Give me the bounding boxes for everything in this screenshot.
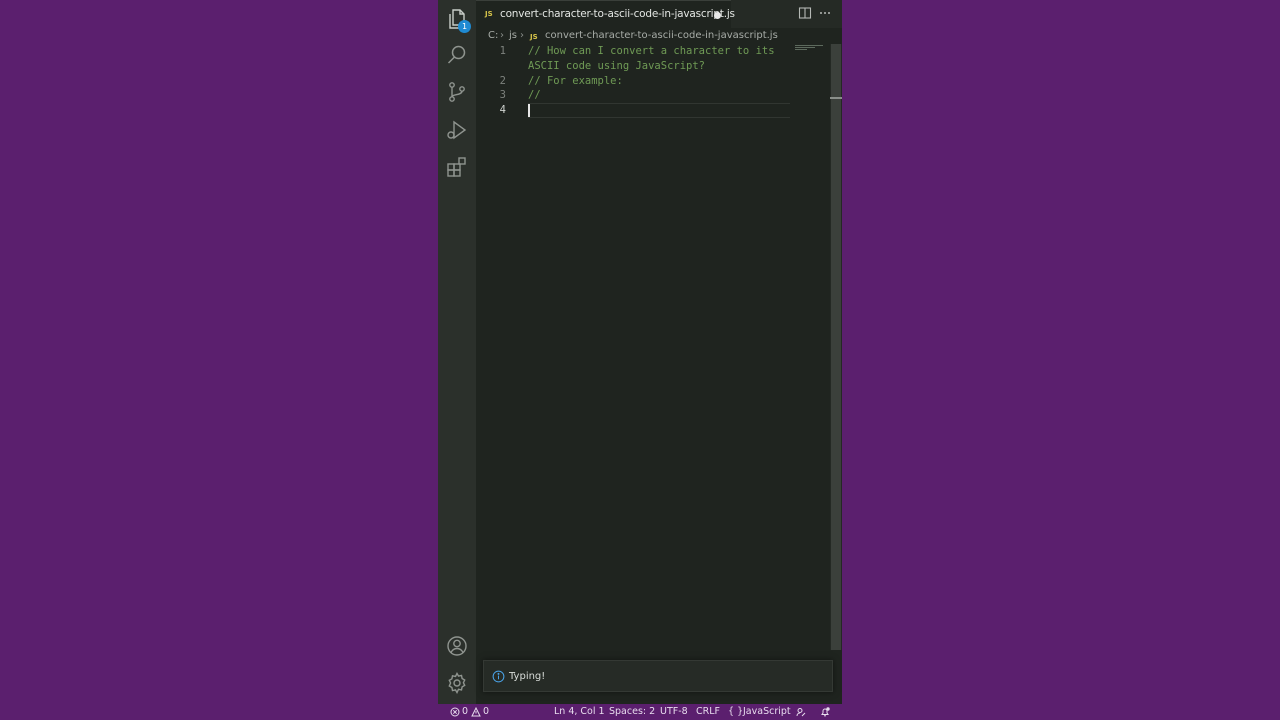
minimap[interactable] xyxy=(794,44,826,54)
text-cursor xyxy=(528,104,530,117)
line-number-current: 4 xyxy=(499,104,506,116)
chevron-right-icon: › xyxy=(500,30,504,41)
error-count[interactable]: 0 xyxy=(462,706,468,717)
source-control-icon[interactable] xyxy=(445,80,469,104)
breadcrumb-file[interactable]: convert-character-to-ascii-code-in-javas… xyxy=(545,30,778,41)
breadcrumb-drive[interactable]: C: xyxy=(488,30,498,41)
explorer-badge: 1 xyxy=(458,20,471,33)
line-number: 1 xyxy=(499,45,506,57)
line-ending[interactable]: CRLF xyxy=(696,706,720,717)
feedback-icon[interactable] xyxy=(796,707,806,717)
error-icon[interactable] xyxy=(450,707,460,717)
code-line: // How can I convert a character to its xyxy=(528,45,775,57)
language-braces-icon: { } xyxy=(728,706,744,717)
notification-toast[interactable]: Typing! xyxy=(483,660,833,692)
warning-count[interactable]: 0 xyxy=(483,706,489,717)
warning-icon[interactable] xyxy=(471,707,481,717)
tab-filename: convert-character-to-ascii-code-in-javas… xyxy=(500,8,735,20)
breadcrumb-folder[interactable]: js xyxy=(509,30,517,41)
search-icon[interactable] xyxy=(445,43,469,67)
activity-bar: 1 xyxy=(438,0,476,704)
chevron-right-icon: › xyxy=(520,30,524,41)
line-number: 3 xyxy=(499,89,506,101)
js-file-icon: JS xyxy=(485,10,493,18)
info-icon xyxy=(492,670,505,683)
code-line: // For example: xyxy=(528,75,623,87)
account-icon[interactable] xyxy=(445,634,469,658)
encoding[interactable]: UTF-8 xyxy=(660,706,688,717)
indentation[interactable]: Spaces: 2 xyxy=(609,706,655,717)
breadcrumb: C: › js › JS convert-character-to-ascii-… xyxy=(476,28,842,44)
more-actions-icon[interactable] xyxy=(818,6,832,20)
status-bar: 0 0 Ln 4, Col 1 Spaces: 2 UTF-8 CRLF { }… xyxy=(438,704,842,720)
scrollbar-cursor-marker xyxy=(830,97,842,99)
code-editor[interactable]: 1 // How can I convert a character to it… xyxy=(476,44,830,654)
unsaved-dot-icon[interactable] xyxy=(714,12,721,19)
js-file-icon: JS xyxy=(530,33,538,41)
language-mode[interactable]: JavaScript xyxy=(743,706,791,717)
scrollbar-thumb[interactable] xyxy=(831,44,841,650)
explorer-icon[interactable]: 1 xyxy=(445,7,471,33)
editor-tab[interactable]: JS convert-character-to-ascii-code-in-ja… xyxy=(476,0,735,28)
code-line: ASCII code using JavaScript? xyxy=(528,60,706,72)
current-line-highlight xyxy=(528,103,790,118)
tab-bar: JS convert-character-to-ascii-code-in-ja… xyxy=(476,0,842,28)
cursor-position[interactable]: Ln 4, Col 1 xyxy=(554,706,605,717)
vscode-window: 1 JS convert-character-to-ascii-code-in-… xyxy=(438,0,842,720)
run-debug-icon[interactable] xyxy=(445,118,469,142)
code-line: // xyxy=(528,89,541,101)
line-number: 2 xyxy=(499,75,506,87)
notification-message: Typing! xyxy=(509,671,546,682)
settings-gear-icon[interactable] xyxy=(445,671,469,695)
extensions-icon[interactable] xyxy=(445,155,469,179)
split-editor-icon[interactable] xyxy=(798,6,812,20)
notifications-bell-icon[interactable] xyxy=(820,707,830,717)
